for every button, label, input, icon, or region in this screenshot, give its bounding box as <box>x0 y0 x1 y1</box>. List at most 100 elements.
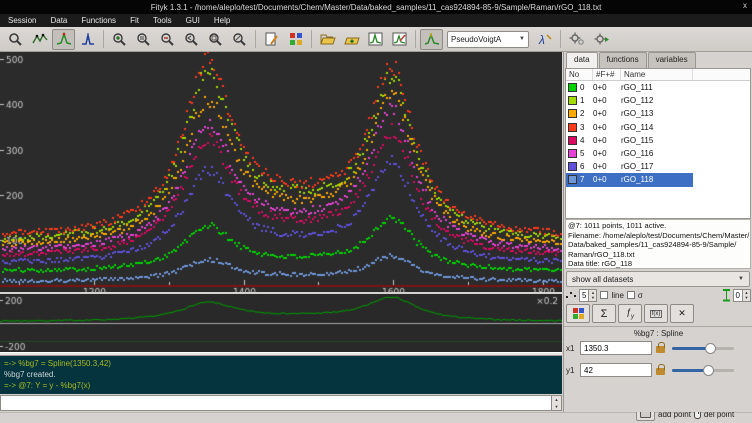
table-row-rGO_112[interactable]: 10+0rGO_112 <box>566 94 750 107</box>
colors-grid-icon <box>573 308 584 319</box>
plot-controls-row: 5 ▲▼ line σ 0 ▲▼ <box>566 288 751 302</box>
dataset-color-swatch[interactable] <box>568 149 577 158</box>
tab-variables[interactable]: variables <box>648 52 696 68</box>
table-row-rGO_117[interactable]: 60+0rGO_117 <box>566 160 750 173</box>
dataset-color-swatch[interactable] <box>568 83 577 92</box>
lock-icon[interactable] <box>656 346 665 353</box>
zoom-all-icon[interactable] <box>204 29 227 50</box>
zoom-out-icon[interactable] <box>156 29 179 50</box>
table-body: 00+0rGO_11110+0rGO_11220+0rGO_11330+0rGO… <box>566 81 750 187</box>
menu-item-functions[interactable]: Functions <box>81 16 116 25</box>
x1-field[interactable] <box>580 341 652 355</box>
function-icon: ƒy <box>626 307 634 320</box>
table-row-rGO_113[interactable]: 20+0rGO_113 <box>566 107 750 120</box>
tab-data[interactable]: data <box>566 52 598 68</box>
plot-edit-icon[interactable] <box>388 29 411 50</box>
plot-icon[interactable] <box>364 29 387 50</box>
dataset-color-swatch[interactable] <box>568 123 577 132</box>
dataset-color-swatch[interactable] <box>568 136 577 145</box>
line-checkbox[interactable] <box>600 291 608 299</box>
edit-data-icon[interactable] <box>260 29 283 50</box>
table-row-rGO_118[interactable]: 70+0rGO_118 <box>566 173 750 186</box>
x1-slider[interactable] <box>672 347 734 350</box>
dataset-table[interactable]: No #F+# Name 00+0rGO_11110+0rGO_11220+0r… <box>565 68 751 219</box>
command-input[interactable] <box>0 395 552 411</box>
zoom-100-icon[interactable] <box>132 29 155 50</box>
fityk-window: Fityk 1.3.1 - /home/aleplo/test/Document… <box>0 0 752 423</box>
spin-down-icon[interactable]: ▼ <box>552 403 561 410</box>
open-data-icon[interactable] <box>316 29 339 50</box>
cell-no: 5 <box>580 149 593 158</box>
fit-mode-icon[interactable] <box>420 29 443 50</box>
zoom-auto-icon[interactable] <box>228 29 251 50</box>
run-script-icon[interactable] <box>589 29 612 50</box>
menu-item-tools[interactable]: Tools <box>153 16 172 25</box>
zoom-in-icon[interactable] <box>108 29 131 50</box>
main-plot[interactable] <box>0 52 562 292</box>
add-peak-mode-icon[interactable] <box>52 29 75 50</box>
col-header-filler <box>693 69 750 80</box>
info-line: Data title: rGO_118 <box>568 259 748 269</box>
dataset-color-swatch[interactable] <box>568 109 577 118</box>
table-row-rGO_116[interactable]: 50+0rGO_116 <box>566 147 750 160</box>
sigma-icon: Σ <box>601 308 608 320</box>
cell-functions: 0+0 <box>593 162 621 171</box>
zoom-prev-icon[interactable] <box>180 29 203 50</box>
dataset-filter-value: show all datasets <box>572 275 633 284</box>
line-checkbox-label: line <box>611 291 623 300</box>
peak-lambda-icon[interactable]: λ <box>533 29 556 50</box>
point-size-value: 5 <box>580 290 588 301</box>
data-colors-icon[interactable] <box>284 29 307 50</box>
param-label-y1: y1 <box>566 366 576 375</box>
title-bar[interactable]: Fityk 1.3.1 - /home/aleplo/test/Document… <box>0 0 752 14</box>
spin-up-icon[interactable]: ▲ <box>552 396 561 403</box>
y1-field[interactable] <box>580 363 652 377</box>
zoom-mode-icon[interactable] <box>4 29 27 50</box>
dataset-colors-button[interactable] <box>566 304 590 323</box>
output-console[interactable]: =-> %bg7 = Spline(1350.3,42)%bg7 created… <box>0 356 562 394</box>
table-row-rGO_111[interactable]: 00+0rGO_111 <box>566 81 750 94</box>
functions-button[interactable]: ƒy <box>618 304 642 323</box>
menu-item-fit[interactable]: Fit <box>130 16 139 25</box>
menu-item-help[interactable]: Help <box>214 16 230 25</box>
gears-icon[interactable] <box>565 29 588 50</box>
spinner-arrows[interactable]: ▲▼ <box>742 290 750 301</box>
cell-name: rGO_113 <box>621 109 693 118</box>
sigma-checkbox[interactable] <box>627 291 635 299</box>
svg-text:λ: λ <box>538 33 545 47</box>
tab-functions[interactable]: functions <box>599 52 647 68</box>
command-history-spinner[interactable]: ▲▼ <box>552 395 562 411</box>
sidebar-tabs: datafunctionsvariables <box>564 52 696 68</box>
toolbar-separator <box>560 30 561 48</box>
cell-name: rGO_111 <box>621 83 693 92</box>
dataset-color-swatch[interactable] <box>568 162 577 171</box>
aux-plot[interactable] <box>0 294 562 352</box>
window-title: Fityk 1.3.1 - /home/aleplo/test/Document… <box>151 3 602 12</box>
formula-button[interactable]: f(x) <box>644 304 668 323</box>
close-panel-button[interactable]: ✕ <box>670 304 694 323</box>
menu-item-session[interactable]: Session <box>8 16 36 25</box>
add-point-mode-icon[interactable] <box>76 29 99 50</box>
table-row-rGO_115[interactable]: 40+0rGO_115 <box>566 134 750 147</box>
append-data-icon[interactable] <box>340 29 363 50</box>
table-row-rGO_114[interactable]: 30+0rGO_114 <box>566 121 750 134</box>
cell-functions: 0+0 <box>593 96 621 105</box>
menu-item-data[interactable]: Data <box>50 16 67 25</box>
dataset-filter-dropdown[interactable]: show all datasets ▼ <box>566 271 750 287</box>
dataset-color-swatch[interactable] <box>568 175 577 184</box>
spinner-arrows[interactable]: ▲▼ <box>588 290 596 301</box>
point-size-spinner[interactable]: 5 ▲▼ <box>579 289 597 302</box>
y1-slider[interactable] <box>672 369 734 372</box>
offset-spinner[interactable]: 0 ▲▼ <box>733 289 751 302</box>
lock-icon[interactable] <box>656 368 665 375</box>
close-icon[interactable]: x <box>743 1 747 10</box>
menu-item-gui[interactable]: GUI <box>186 16 200 25</box>
data-range-mode-icon[interactable] <box>28 29 51 50</box>
cell-no: 1 <box>580 96 593 105</box>
dataset-color-swatch[interactable] <box>568 96 577 105</box>
cell-name: rGO_117 <box>621 162 693 171</box>
toolbar-separator <box>415 30 416 48</box>
peak-type-dropdown[interactable]: PseudoVoigtA ▼ <box>447 31 529 48</box>
sum-button[interactable]: Σ <box>592 304 616 323</box>
sidebar-buttons-row: Σ ƒy f(x) ✕ <box>566 304 751 324</box>
